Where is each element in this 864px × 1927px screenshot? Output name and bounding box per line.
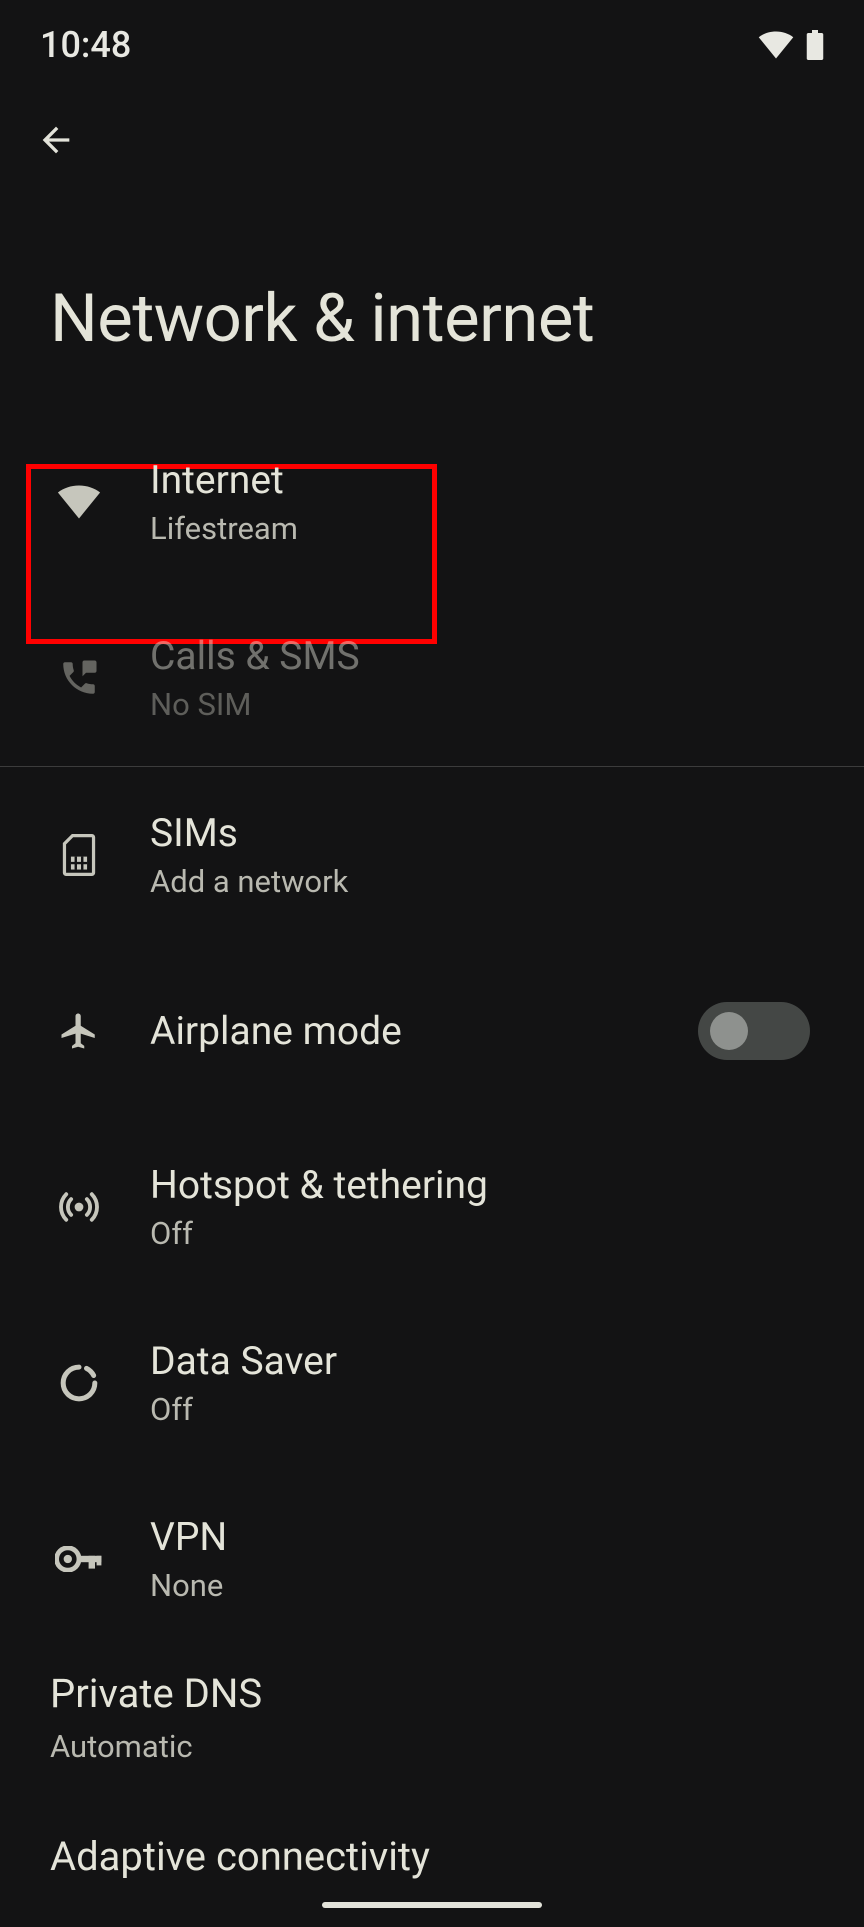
sim-icon — [54, 834, 104, 876]
data-saver-icon — [54, 1363, 104, 1403]
item-subtitle: Off — [150, 1215, 810, 1252]
status-icons — [758, 30, 824, 60]
item-subtitle: Add a network — [150, 863, 810, 900]
page-title: Network & internet — [0, 160, 864, 414]
settings-item-hotspot[interactable]: Hotspot & tethering Off — [0, 1119, 864, 1295]
status-time: 10:48 — [40, 24, 131, 66]
arrow-back-icon — [36, 120, 76, 160]
wifi-icon — [758, 31, 794, 59]
item-title: Internet — [150, 457, 810, 504]
item-subtitle: Off — [150, 1391, 810, 1428]
wifi-icon — [54, 484, 104, 520]
hotspot-icon — [54, 1186, 104, 1228]
toggle-knob — [710, 1012, 748, 1050]
item-title: Calls & SMS — [150, 633, 810, 680]
phone-sms-icon — [54, 657, 104, 699]
item-subtitle: Automatic — [50, 1728, 814, 1765]
settings-item-sims[interactable]: SIMs Add a network — [0, 767, 864, 943]
settings-item-airplane-mode[interactable]: Airplane mode — [0, 943, 864, 1119]
item-subtitle: No SIM — [150, 686, 810, 723]
settings-item-calls-sms: Calls & SMS No SIM — [0, 590, 864, 766]
item-title: Hotspot & tethering — [150, 1162, 810, 1209]
airplane-mode-toggle[interactable] — [698, 1002, 810, 1060]
item-title: Airplane mode — [150, 1008, 698, 1055]
settings-list: Internet Lifestream Calls & SMS No SIM — [0, 414, 864, 1927]
settings-item-vpn[interactable]: VPN None — [0, 1471, 864, 1647]
settings-item-private-dns[interactable]: Private DNS Automatic — [0, 1647, 864, 1787]
item-title: Adaptive connectivity — [50, 1833, 814, 1881]
settings-item-internet[interactable]: Internet Lifestream — [0, 414, 864, 590]
item-subtitle: None — [150, 1567, 810, 1604]
item-title: SIMs — [150, 810, 810, 857]
back-button[interactable] — [0, 80, 864, 160]
battery-icon — [806, 30, 824, 60]
item-subtitle: Lifestream — [150, 510, 810, 547]
item-title: VPN — [150, 1514, 810, 1561]
item-title: Private DNS — [50, 1670, 814, 1718]
settings-item-data-saver[interactable]: Data Saver Off — [0, 1295, 864, 1471]
navigation-handle[interactable] — [322, 1902, 542, 1908]
status-bar: 10:48 — [0, 0, 864, 80]
airplane-icon — [54, 1010, 104, 1052]
item-title: Data Saver — [150, 1338, 810, 1385]
vpn-key-icon — [54, 1546, 104, 1572]
